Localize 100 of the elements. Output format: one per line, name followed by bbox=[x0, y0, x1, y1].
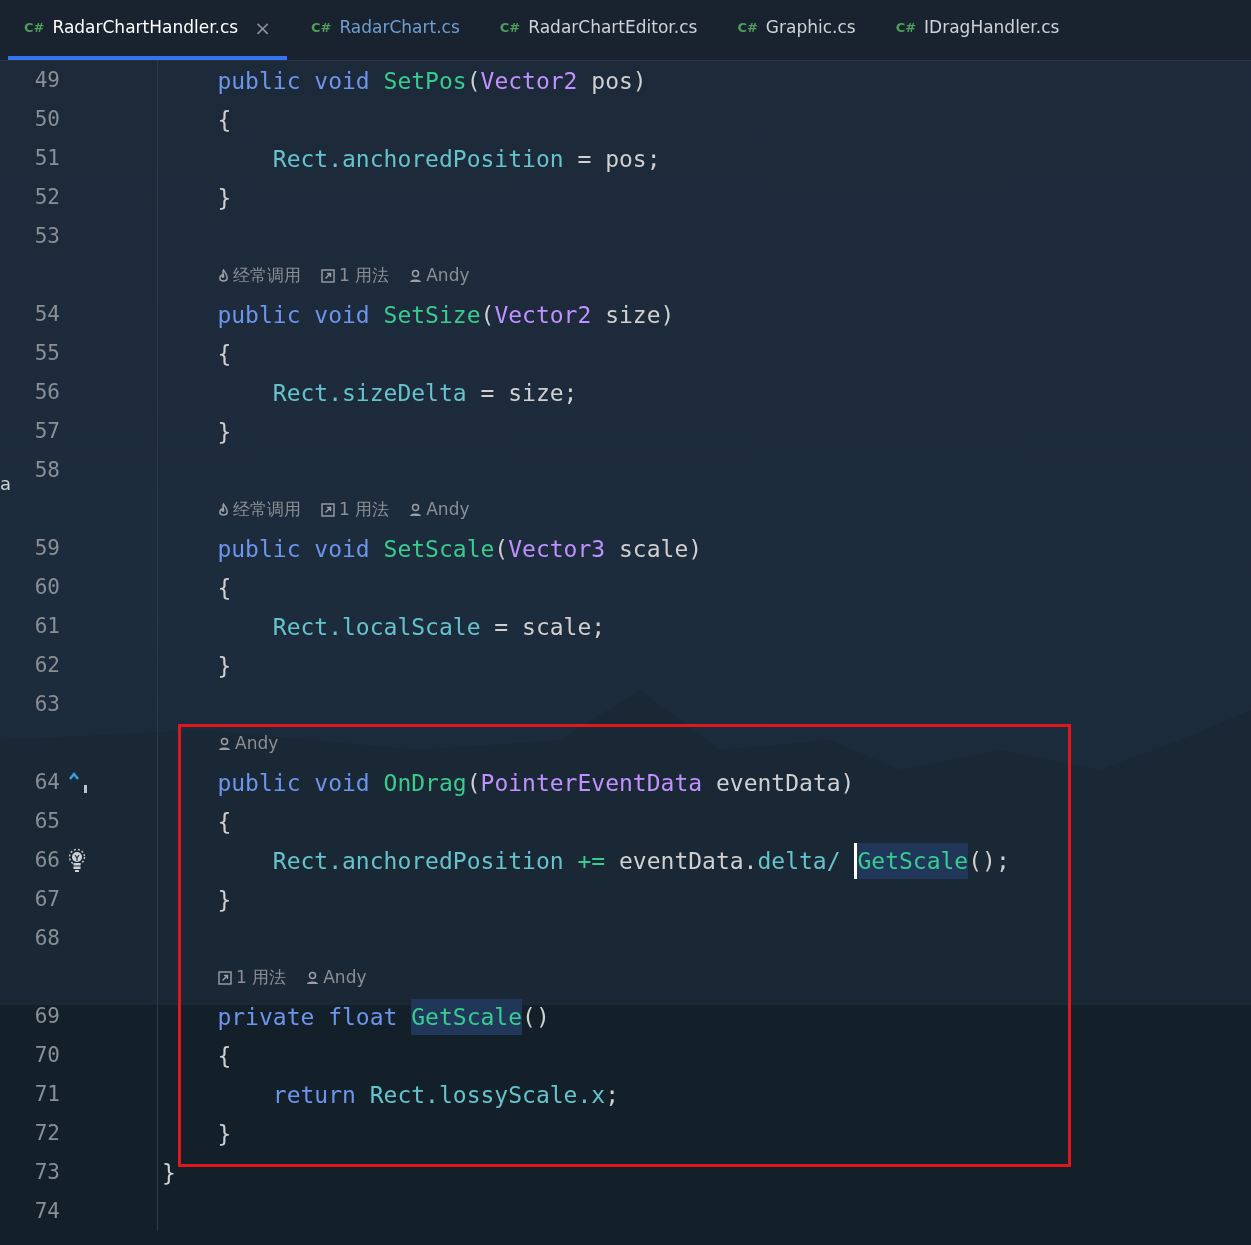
code-token: return bbox=[272, 1080, 356, 1110]
close-tab-icon[interactable]: × bbox=[254, 13, 271, 43]
line-number: 51 bbox=[33, 144, 60, 172]
flame-icon bbox=[218, 502, 229, 517]
file-type-label: C# bbox=[737, 19, 758, 38]
file-type-label: C# bbox=[310, 19, 332, 38]
line-number: 56 bbox=[33, 378, 60, 406]
code-token: = pos; bbox=[577, 144, 661, 174]
line-number: 63 bbox=[33, 690, 60, 718]
editor-tab[interactable]: C# RadarChart.cs bbox=[294, 0, 476, 60]
code-token: = scale; bbox=[494, 612, 606, 642]
file-type-label: C# bbox=[895, 19, 917, 38]
code-token: { bbox=[217, 105, 232, 135]
line-number: 58 bbox=[33, 456, 60, 484]
code-token: (); bbox=[968, 846, 1010, 876]
inlay-hint[interactable]: Andy bbox=[426, 262, 470, 289]
lightbulb-icon[interactable] bbox=[68, 847, 86, 874]
code-token: = size; bbox=[480, 378, 578, 408]
inlay-hint[interactable]: 经常调用 bbox=[233, 262, 301, 289]
code-token: public void bbox=[217, 66, 370, 96]
line-number: 52 bbox=[33, 183, 60, 211]
line-number: 53 bbox=[33, 222, 60, 250]
inlay-hint[interactable]: 1 用法 bbox=[339, 262, 390, 289]
tab-label: Graphic.cs bbox=[765, 16, 856, 40]
file-type-label: C# bbox=[499, 19, 521, 38]
code-token: pos) bbox=[591, 66, 647, 96]
code-token: eventData) bbox=[715, 768, 855, 798]
line-number: 54 bbox=[33, 300, 60, 328]
code-token: { bbox=[217, 339, 232, 369]
code-token: += bbox=[577, 846, 606, 876]
code-token: eventData. bbox=[619, 846, 758, 876]
person-icon bbox=[409, 268, 423, 283]
code-token: Rect.sizeDelta bbox=[272, 378, 467, 408]
code-token: size) bbox=[605, 300, 675, 330]
code-token: Vector2 bbox=[494, 300, 592, 330]
code-token: } bbox=[217, 183, 232, 213]
implements-marker-icon[interactable] bbox=[68, 770, 90, 795]
inlay-hint[interactable]: Andy bbox=[323, 964, 367, 991]
edge-text-fragment: a bbox=[0, 472, 12, 496]
line-number: 73 bbox=[33, 1158, 60, 1186]
code-token: public void bbox=[217, 534, 370, 564]
line-number: 74 bbox=[33, 1197, 60, 1225]
line-number: 62 bbox=[33, 651, 60, 679]
inlay-hint[interactable]: Andy bbox=[235, 730, 279, 757]
line-number: 67 bbox=[33, 885, 60, 913]
code-token: ( bbox=[494, 534, 509, 564]
code-token: SetScale bbox=[383, 534, 495, 564]
line-number: 69 bbox=[33, 1002, 60, 1030]
code-token: GetScale bbox=[854, 842, 969, 879]
line-number: 71 bbox=[33, 1080, 60, 1108]
line-number: 57 bbox=[33, 417, 60, 445]
code-token: Rect.anchoredPosition bbox=[272, 846, 564, 876]
code-token: scale) bbox=[619, 534, 703, 564]
code-token: ( bbox=[466, 66, 481, 96]
line-number: 60 bbox=[33, 573, 60, 601]
code-token: } bbox=[217, 417, 232, 447]
inlay-hint[interactable]: 1 用法 bbox=[339, 496, 390, 523]
code-token: } bbox=[162, 1158, 176, 1188]
code-token: } bbox=[217, 651, 232, 681]
code-token: Rect.lossyScale.x bbox=[369, 1080, 606, 1110]
editor-tab[interactable]: C# RadarChartEditor.cs bbox=[483, 0, 714, 60]
code-token: { bbox=[217, 573, 232, 603]
line-number: 66 bbox=[33, 846, 60, 874]
code-token: SetSize bbox=[383, 300, 481, 330]
code-token: () bbox=[522, 1002, 550, 1032]
editor-tab[interactable]: C# RadarChartHandler.cs × bbox=[8, 0, 287, 60]
line-number: 68 bbox=[33, 924, 60, 952]
line-number: 64 bbox=[33, 768, 60, 796]
code-token: Vector2 bbox=[480, 66, 578, 96]
flame-icon bbox=[218, 268, 229, 283]
tab-label: RadarChartEditor.cs bbox=[528, 16, 698, 40]
inlay-hint[interactable]: 1 用法 bbox=[236, 964, 287, 991]
editor-tab[interactable]: C# Graphic.cs bbox=[721, 0, 872, 60]
code-token: public void bbox=[217, 300, 370, 330]
file-type-label: C# bbox=[24, 19, 45, 38]
line-number: 61 bbox=[33, 612, 60, 640]
inlay-hint[interactable]: Andy bbox=[426, 496, 470, 523]
person-icon bbox=[306, 970, 320, 985]
person-icon bbox=[409, 502, 423, 517]
code-token: Rect.anchoredPosition bbox=[272, 144, 564, 174]
line-number: 55 bbox=[33, 339, 60, 367]
code-token: OnDrag bbox=[383, 768, 467, 798]
code-token: PointerEventData bbox=[480, 768, 703, 798]
code-token: SetPos bbox=[383, 66, 467, 96]
editor-tab[interactable]: C# IDragHandler.cs bbox=[879, 0, 1076, 60]
line-number: 49 bbox=[33, 66, 60, 94]
person-icon bbox=[218, 736, 231, 751]
tab-label: RadarChart.cs bbox=[339, 16, 460, 40]
line-number: 59 bbox=[33, 534, 60, 562]
tab-label: RadarChartHandler.cs bbox=[52, 16, 239, 40]
code-token: ( bbox=[480, 300, 495, 330]
code-token: private float bbox=[217, 1002, 398, 1032]
code-token: } bbox=[217, 885, 232, 915]
code-token: delta/ bbox=[757, 846, 841, 876]
code-token: { bbox=[217, 807, 232, 837]
inlay-hint[interactable]: 经常调用 bbox=[233, 496, 301, 523]
line-number: 72 bbox=[33, 1119, 60, 1147]
code-token: GetScale bbox=[411, 998, 523, 1035]
line-number: 70 bbox=[33, 1041, 60, 1069]
code-token: public void bbox=[217, 768, 370, 798]
